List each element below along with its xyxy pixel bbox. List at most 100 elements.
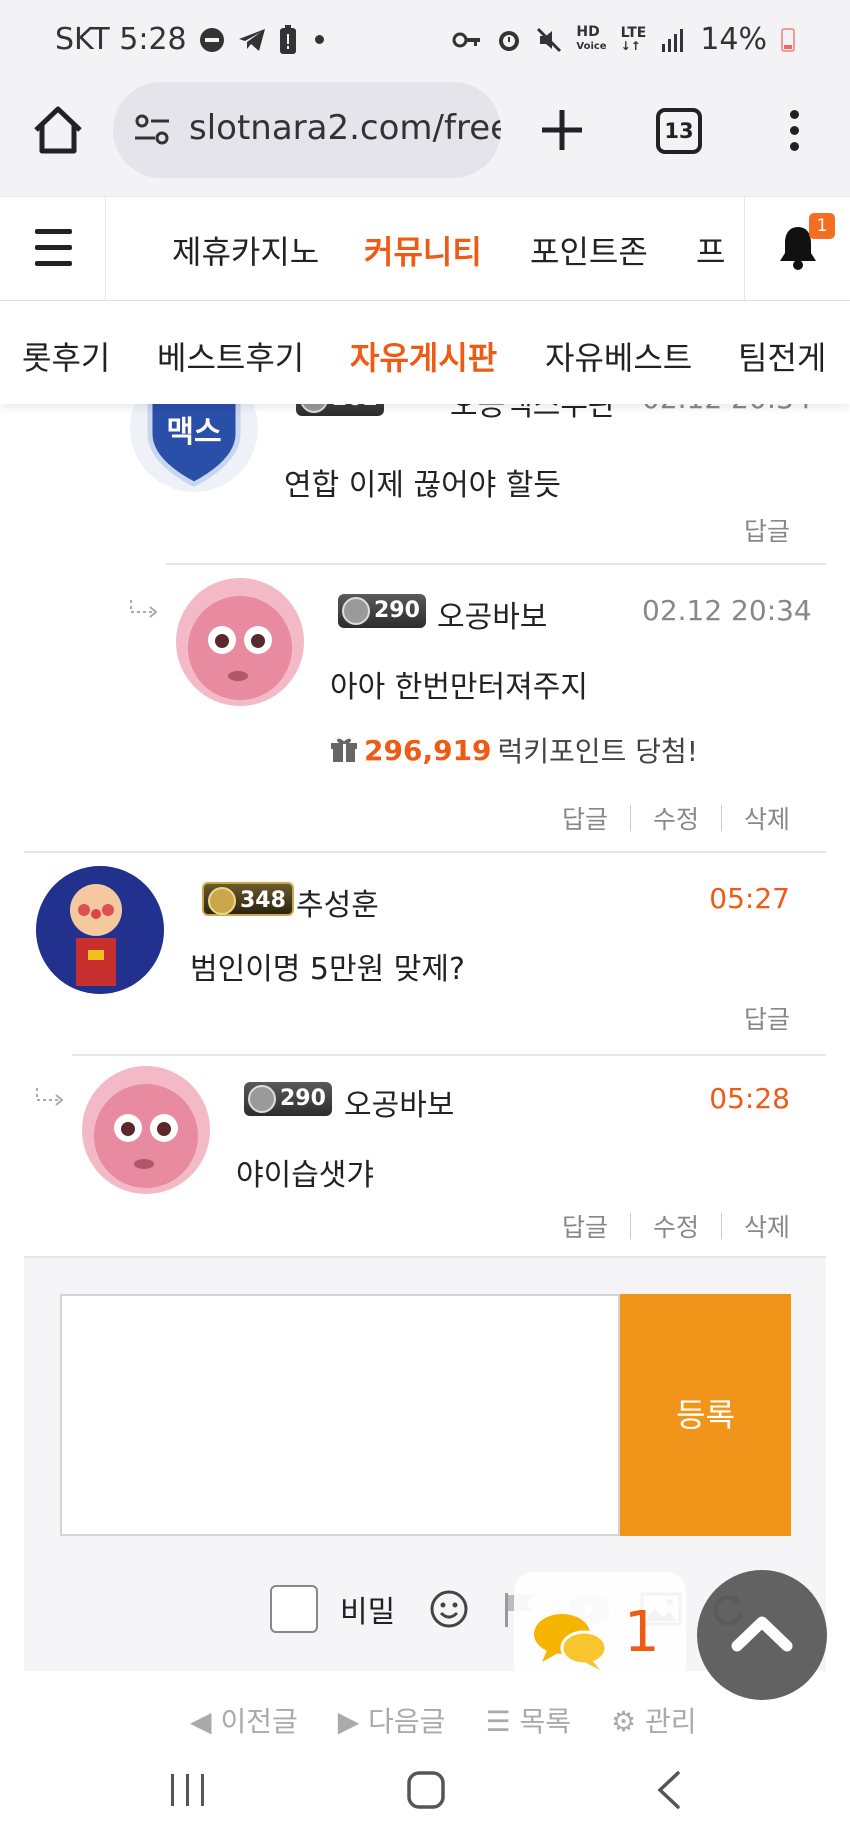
subnav-item-team-game[interactable]: 팀전게 xyxy=(738,333,826,379)
reply-button[interactable]: 답글 xyxy=(562,1208,608,1244)
avatar: 맥스 xyxy=(130,404,258,492)
comment-text: 연합 이제 끊어야 할듯 xyxy=(284,468,562,503)
notification-badge: 1 xyxy=(809,213,835,239)
chat-count: 1 xyxy=(624,1600,660,1665)
comment-nickname[interactable]: 오공바보 xyxy=(344,1080,454,1124)
delete-button[interactable]: 삭제 xyxy=(744,1208,790,1244)
alarm-icon xyxy=(499,30,520,51)
chat-bubbles-icon[interactable] xyxy=(530,1608,610,1674)
reply-button[interactable]: 답글 xyxy=(562,800,608,836)
avatar xyxy=(36,866,164,994)
level-badge: 202 xyxy=(296,404,384,416)
hd-voice-icon: HD Voice xyxy=(576,24,607,52)
level-badge: 290 xyxy=(244,1082,332,1116)
comment-actions: 답글 수정 삭제 xyxy=(562,1208,790,1244)
notification-dot-icon xyxy=(314,35,324,44)
nav-item-community[interactable]: 커뮤니티 xyxy=(364,227,482,273)
comment-text: 아아 한번만터져주지 xyxy=(330,670,588,705)
edit-button[interactable]: 수정 xyxy=(653,1208,699,1244)
nav-item-partner-casino[interactable]: 제휴카지노 xyxy=(172,227,319,273)
back-nav-icon[interactable] xyxy=(654,1770,684,1810)
carrier-time: SKT 5:28 xyxy=(55,22,187,57)
subnav-item-free-board[interactable]: 자유게시판 xyxy=(350,333,497,379)
comment-actions: 답글 xyxy=(744,1000,790,1036)
lucky-points-value: 296,919 xyxy=(364,733,492,767)
browser-toolbar: slotnara2.com/free 13 xyxy=(0,80,850,196)
post-footer-links: ◀ 이전글 ▶ 다음글 ☰ 목록 ⚙ 관리 xyxy=(190,1700,697,1740)
hamburger-menu-icon[interactable] xyxy=(0,197,106,301)
next-post-link[interactable]: ▶ 다음글 xyxy=(338,1700,446,1740)
comment-date: 02.12 20:34 xyxy=(642,594,812,627)
secret-label: 비밀 xyxy=(340,1595,396,1630)
subnav-item-free-best[interactable]: 자유베스트 xyxy=(545,333,692,379)
lte-icon: LTE ↓↑ xyxy=(620,24,647,53)
home-nav-icon[interactable] xyxy=(406,1770,446,1810)
comment-item-reply: 290 오공바보 05:28 야이습샛갸 답글 수정 삭제 xyxy=(0,1056,850,1256)
scroll-top-button[interactable] xyxy=(697,1570,827,1700)
secret-checkbox[interactable] xyxy=(270,1585,318,1633)
chevron-up-icon[interactable] xyxy=(697,1570,827,1700)
reply-arrow-icon xyxy=(36,1088,64,1106)
emoji-icon[interactable] xyxy=(429,1589,469,1629)
comment-nickname[interactable]: 추성훈 xyxy=(296,880,379,924)
key-icon xyxy=(452,32,481,47)
tab-switcher-button[interactable]: 13 xyxy=(656,108,702,154)
system-nav-bar xyxy=(0,1736,850,1842)
prev-post-link[interactable]: ◀ 이전글 xyxy=(190,1700,298,1740)
recent-apps-icon[interactable] xyxy=(168,1772,208,1808)
url-bar[interactable]: slotnara2.com/free xyxy=(113,82,501,178)
site-main-nav: 제휴카지노 커뮤니티 포인트존 프 1 xyxy=(0,196,850,301)
dnd-icon xyxy=(199,27,224,52)
comment-item: 맥스 202 오공맥스무관 02.12 20:34 연합 이제 끊어야 할듯 답… xyxy=(0,404,850,554)
level-badge: 348 xyxy=(202,882,294,916)
avatar xyxy=(82,1066,210,1194)
level-icon xyxy=(342,597,370,625)
nav-item-point-zone[interactable]: 포인트존 xyxy=(530,227,648,273)
subnav-item-review[interactable]: 롯후기 xyxy=(22,333,110,379)
battery-alert-icon xyxy=(279,24,296,54)
edit-button[interactable]: 수정 xyxy=(653,800,699,836)
comment-textarea[interactable] xyxy=(60,1294,620,1536)
home-icon[interactable] xyxy=(30,102,86,158)
mute-icon xyxy=(537,27,562,52)
comment-item-reply: 290 오공바보 02.12 20:34 아아 한번만터져주지 296,919 … xyxy=(0,564,850,834)
comment-actions: 답글 xyxy=(744,512,790,548)
new-tab-icon[interactable] xyxy=(536,104,588,156)
level-badge: 290 xyxy=(338,594,426,628)
status-left: SKT 5:28 xyxy=(55,22,324,57)
submit-comment-button[interactable]: 등록 xyxy=(620,1294,791,1536)
notification-button[interactable]: 1 xyxy=(744,197,850,301)
reply-button[interactable]: 답글 xyxy=(744,1000,790,1036)
reply-arrow-icon xyxy=(130,600,158,618)
comment-nickname[interactable]: 오공바보 xyxy=(437,592,547,636)
delete-button[interactable]: 삭제 xyxy=(744,800,790,836)
chat-float-button[interactable]: 1 xyxy=(514,1572,686,1688)
comment-date: 05:27 xyxy=(709,882,790,915)
level-icon xyxy=(248,1085,276,1113)
reply-button[interactable]: 답글 xyxy=(744,512,790,548)
status-bar: SKT 5:28 HD Voice LTE ↓↑ 14% xyxy=(0,0,850,80)
site-settings-icon[interactable] xyxy=(133,112,173,148)
lucky-point-notice: 296,919 럭키포인트 당첨! xyxy=(330,730,698,770)
manage-link[interactable]: ⚙ 관리 xyxy=(611,1700,697,1740)
level-icon xyxy=(300,404,328,413)
board-sub-nav: 롯후기 베스트후기 자유게시판 자유베스트 팀전게 xyxy=(0,301,850,404)
signal-icon xyxy=(662,28,684,52)
avatar xyxy=(176,578,304,706)
comment-actions: 답글 수정 삭제 xyxy=(562,800,790,836)
url-text[interactable]: slotnara2.com/free xyxy=(189,108,501,148)
battery-percent: 14% xyxy=(700,22,767,57)
browser-menu-icon[interactable] xyxy=(784,110,804,154)
avatar-logo-text: 맥스 xyxy=(166,415,221,450)
level-icon xyxy=(208,887,236,915)
gift-icon xyxy=(331,738,357,762)
nav-item-more[interactable]: 프 xyxy=(696,227,725,273)
comment-date: 05:28 xyxy=(709,1082,790,1115)
comment-nickname[interactable]: 오공맥스무관 xyxy=(450,404,616,424)
telegram-icon xyxy=(238,28,265,51)
subnav-item-best-review[interactable]: 베스트후기 xyxy=(157,333,304,379)
battery-icon xyxy=(781,27,795,52)
list-link[interactable]: ☰ 목록 xyxy=(485,1700,571,1740)
status-right: HD Voice LTE ↓↑ 14% xyxy=(452,22,795,57)
lucky-points-label: 럭키포인트 당첨! xyxy=(497,735,698,768)
